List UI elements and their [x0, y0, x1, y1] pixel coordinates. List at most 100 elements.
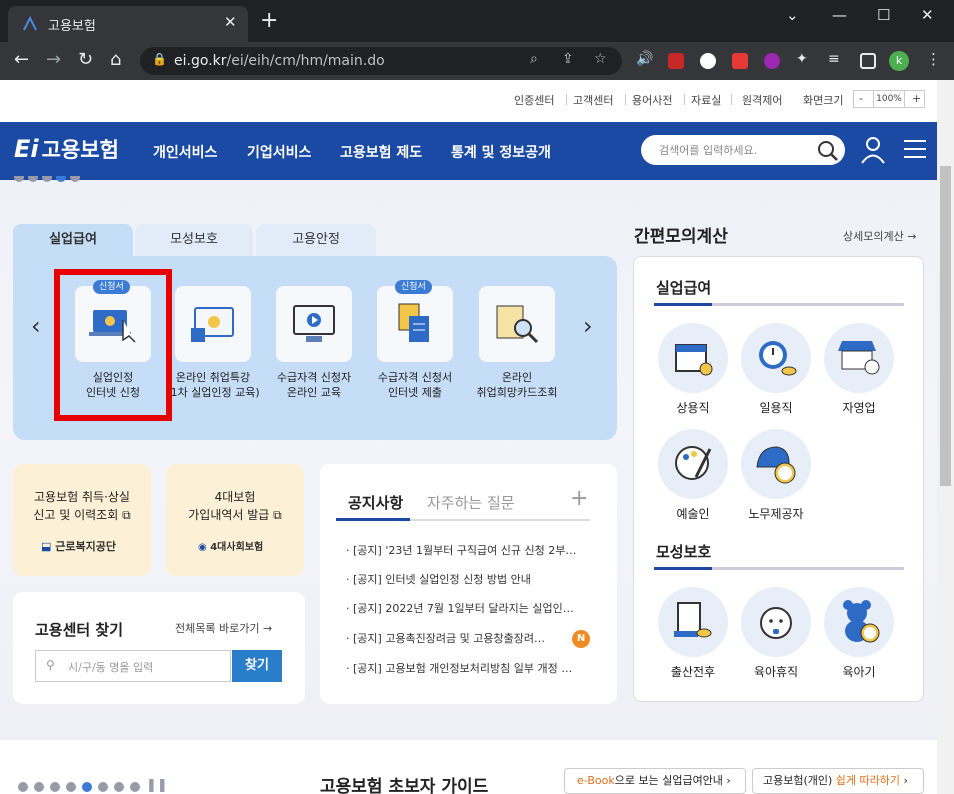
slider-dot[interactable] — [34, 782, 44, 792]
tab-employment-stability[interactable]: 고용안정 — [256, 224, 376, 256]
back-icon[interactable]: ← — [14, 50, 29, 70]
calc-label: 육아휴직 — [753, 665, 799, 679]
menu-statistics[interactable]: 통계 및 정보공개 — [451, 142, 551, 162]
calc-daily-worker[interactable] — [741, 323, 811, 393]
extension-3-icon[interactable] — [732, 53, 748, 69]
zoom-icon[interactable]: ⌕ — [530, 51, 538, 67]
scroll-thumb[interactable] — [940, 166, 951, 486]
menu-business[interactable]: 기업서비스 — [247, 142, 311, 162]
extension-4-icon[interactable] — [764, 53, 780, 69]
tab-unemployment[interactable]: 실업급여 — [13, 224, 133, 256]
notice-item[interactable]: · [공지] 인터넷 실업인정 신청 방법 안내 — [346, 571, 592, 587]
new-tab-icon[interactable]: + — [260, 10, 278, 32]
menu-system[interactable]: 고용보험 제도 — [340, 142, 422, 162]
clock-coins-icon — [759, 341, 797, 376]
user-icon[interactable] — [860, 136, 886, 164]
pause-icon[interactable]: ❚❚ — [146, 778, 168, 793]
comwel-logo-icon: ⬓ — [41, 540, 52, 553]
util-link-customer[interactable]: 고객센터 — [573, 92, 613, 108]
notice-item[interactable]: · [공지] 고용보험 개인정보처리방침 일부 개정 … — [346, 660, 592, 676]
card-insurance-report[interactable]: 고용보험 취득·상실 신고 및 이력조회 ⧉ ⬓ 근로복지공단 — [13, 464, 151, 576]
lock-icon[interactable]: 🔒 — [152, 52, 167, 66]
easy-guide-button[interactable]: 고용보험(개인) 쉽게 따라하기 › — [752, 768, 924, 794]
prev-arrow-icon[interactable]: ‹ — [31, 312, 41, 340]
external-link-icon: ⧉ — [122, 508, 131, 522]
zoom-in-button[interactable]: + — [912, 92, 921, 105]
util-link-archive[interactable]: 자료실 — [691, 92, 721, 108]
calc-label: 출산전후 — [670, 665, 716, 679]
reload-icon[interactable]: ↻ — [78, 50, 93, 70]
slider-dot[interactable] — [18, 782, 28, 792]
calc-childcare-period[interactable] — [824, 587, 894, 657]
next-arrow-icon[interactable]: › — [583, 312, 593, 340]
center-list-link[interactable]: 전체목록 바로가기 → — [175, 620, 272, 636]
main-navigation: Ei 고용보험 개인서비스 기업서비스 고용보험 제도 통계 및 정보공개 검색어… — [0, 122, 937, 180]
search-icon[interactable] — [817, 140, 839, 162]
profile-avatar[interactable]: k — [889, 51, 909, 71]
ebook-guide-button[interactable]: e-Book으로 보는 실업급여안내 › — [564, 768, 746, 794]
service-job-card-inquiry[interactable] — [479, 286, 555, 362]
tab-search-icon[interactable]: ⌄ — [786, 6, 799, 24]
browser-tab[interactable]: 고용보험 ✕ — [8, 6, 248, 42]
minimize-icon[interactable]: — — [832, 6, 847, 24]
share-icon[interactable]: ⇪ — [562, 51, 574, 67]
forward-icon[interactable]: → — [46, 50, 61, 70]
extension-2-icon[interactable] — [700, 53, 716, 69]
tab-indicator — [336, 518, 410, 521]
site-search-input[interactable]: 검색어를 입력하세요. — [641, 135, 845, 165]
extensions-puzzle-icon[interactable]: ✦ — [796, 51, 812, 67]
hamburger-menu-icon[interactable] — [904, 139, 926, 159]
slider-dot-active[interactable] — [82, 782, 92, 792]
chrome-menu-icon[interactable]: ⋮ — [926, 50, 942, 68]
sound-icon[interactable]: 🔊 — [636, 51, 653, 67]
slider-dot[interactable] — [50, 782, 60, 792]
divider — [566, 94, 567, 105]
calc-label: 육아기 — [842, 665, 876, 679]
slider-dot[interactable] — [130, 782, 140, 792]
maximize-icon[interactable]: ☐ — [877, 6, 890, 24]
page-scrollbar[interactable] — [937, 80, 954, 794]
calc-regular-worker[interactable] — [658, 323, 728, 393]
document-coins-icon — [674, 602, 712, 638]
palette-icon — [675, 446, 712, 480]
home-icon[interactable]: ⌂ — [110, 50, 121, 70]
site-logo[interactable]: Ei 고용보험 — [14, 134, 119, 164]
address-bar[interactable]: 🔒 ei.go.kr/ei/eih/cm/hm/main.do ⌕ ⇪ ☆ — [140, 47, 622, 75]
service-eligibility-education[interactable] — [276, 286, 352, 362]
calc-title: 간편모의계산 — [634, 227, 728, 247]
calc-parental-leave[interactable] — [741, 587, 811, 657]
notice-item[interactable]: · [공지] 고용촉진장려금 및 고용창출장려… — [346, 630, 572, 646]
tab-notice[interactable]: 공지사항 — [348, 492, 403, 513]
calc-labor-provider[interactable] — [741, 429, 811, 499]
slider-dot[interactable] — [114, 782, 124, 792]
tab-faq[interactable]: 자주하는 질문 — [427, 492, 515, 513]
service-eligibility-submit[interactable] — [377, 286, 453, 362]
util-link-remote[interactable]: 원격제어 — [742, 92, 782, 108]
detail-calc-link[interactable]: 상세모의계산 → — [843, 228, 916, 244]
menu-personal[interactable]: 개인서비스 — [153, 142, 217, 162]
notice-item[interactable]: · [공지] 2022년 7월 1일부터 달라지는 실업인… — [346, 600, 592, 616]
new-badge: N — [572, 630, 590, 648]
card-4insurance[interactable]: 4대보험 가입내역서 발급 ⧉ ◉ 4대사회보험 — [166, 464, 304, 576]
calc-self-employed[interactable] — [824, 323, 894, 393]
extension-1-icon[interactable] — [668, 53, 684, 69]
close-tab-icon[interactable]: ✕ — [224, 13, 237, 31]
calc-maternity-leave[interactable] — [658, 587, 728, 657]
side-panel-icon[interactable] — [860, 53, 876, 69]
calc-artist[interactable] — [658, 429, 728, 499]
more-plus-icon[interactable]: + — [570, 486, 588, 511]
logo-mark-icon: Ei — [14, 135, 39, 163]
center-search-input[interactable]: ⚲ 시/구/동 명을 입력 — [35, 650, 231, 682]
bookmark-star-icon[interactable]: ☆ — [594, 51, 607, 67]
zoom-out-button[interactable]: - — [859, 92, 863, 105]
tab-maternity[interactable]: 모성보호 — [135, 224, 253, 256]
slider-dot[interactable] — [98, 782, 108, 792]
util-link-glossary[interactable]: 용어사전 — [632, 92, 672, 108]
slider-dot[interactable] — [66, 782, 76, 792]
media-control-icon[interactable]: ≡ — [828, 51, 844, 67]
util-link-auth[interactable]: 인증센터 — [514, 92, 554, 108]
close-window-icon[interactable]: ✕ — [921, 6, 934, 24]
center-search-button[interactable]: 찾기 — [232, 650, 282, 682]
notice-item[interactable]: · [공지] '23년 1월부터 구직급여 신규 신청 2부… — [346, 542, 592, 558]
service-online-lecture[interactable] — [175, 286, 251, 362]
